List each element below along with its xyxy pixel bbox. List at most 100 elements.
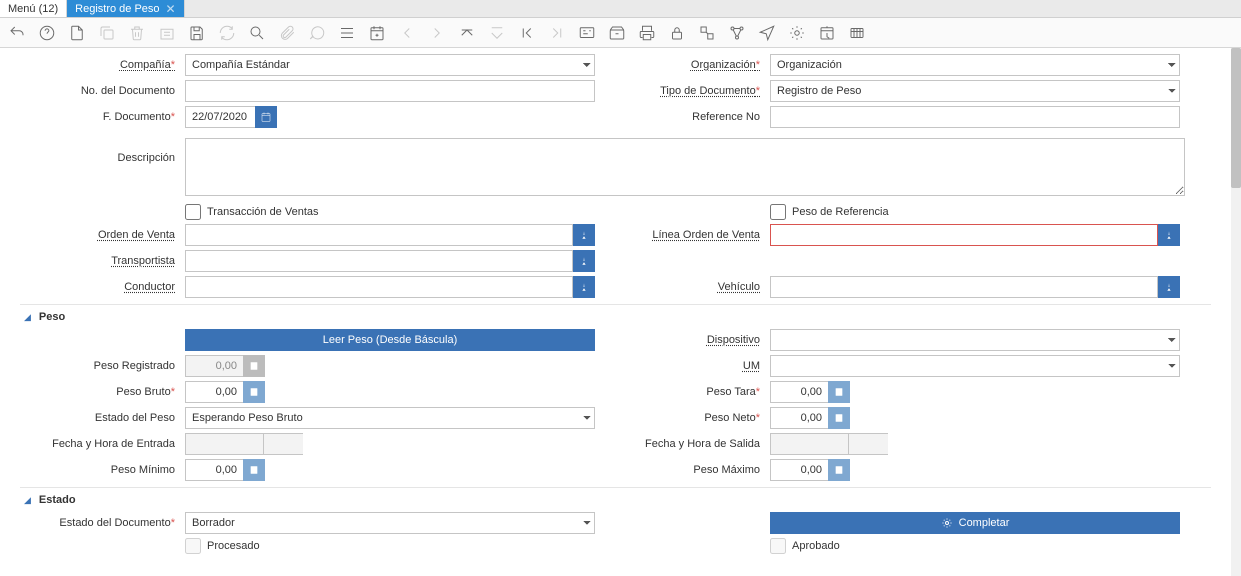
label-doctype: Tipo de Documento*	[610, 85, 770, 97]
form-content: Compañía* Compañía Estándar Organización…	[0, 48, 1231, 576]
input-reg-weight	[185, 355, 243, 377]
lookup-icon[interactable]	[1158, 224, 1180, 246]
chevron-down-icon: ◢	[24, 495, 31, 506]
read-weight-button[interactable]: Leer Peso (Desde Báscula)	[185, 329, 595, 351]
lock-icon[interactable]	[666, 22, 688, 44]
label-uom: UM	[610, 360, 770, 372]
input-docno[interactable]	[185, 80, 595, 102]
label-driver: Conductor	[20, 281, 185, 293]
input-min[interactable]	[185, 459, 243, 481]
input-shipper[interactable]	[185, 250, 573, 272]
input-in-time	[263, 433, 303, 455]
input-vehicle[interactable]	[770, 276, 1158, 298]
workflow-icon[interactable]	[726, 22, 748, 44]
input-doctype[interactable]: Registro de Peso	[770, 80, 1180, 102]
new-icon[interactable]	[66, 22, 88, 44]
detail-icon	[486, 22, 508, 44]
label-vehicle: Vehículo	[610, 281, 770, 293]
label-max: Peso Máximo	[610, 464, 770, 476]
copy-icon	[96, 22, 118, 44]
label-sales-trx: Transacción de Ventas	[207, 206, 319, 218]
label-company: Compañía*	[20, 59, 185, 71]
checkbox-approved	[770, 538, 786, 554]
section-peso[interactable]: ◢ Peso	[20, 304, 1211, 329]
checkbox-ref-weight[interactable]	[770, 204, 786, 220]
lookup-icon[interactable]	[573, 276, 595, 298]
close-icon[interactable]: ✕	[166, 2, 176, 16]
section-estado[interactable]: ◢ Estado	[20, 487, 1211, 512]
attach-icon	[276, 22, 298, 44]
scrollbar-thumb[interactable]	[1231, 48, 1241, 188]
label-processed: Procesado	[207, 540, 260, 552]
tab-registro-peso[interactable]: Registro de Peso ✕	[67, 0, 184, 17]
calc-icon[interactable]	[828, 407, 850, 429]
input-weight-status[interactable]: Esperando Peso Bruto	[185, 407, 595, 429]
first-icon[interactable]	[516, 22, 538, 44]
label-sales-order: Orden de Venta	[20, 229, 185, 241]
input-driver[interactable]	[185, 276, 573, 298]
checkbox-sales-trx[interactable]	[185, 204, 201, 220]
calendar-plus-icon[interactable]	[366, 22, 388, 44]
save-icon[interactable]	[186, 22, 208, 44]
input-tare[interactable]	[770, 381, 828, 403]
lookup-icon[interactable]	[573, 250, 595, 272]
input-company[interactable]: Compañía Estándar	[185, 54, 595, 76]
calc-icon[interactable]	[828, 459, 850, 481]
input-sales-order-line[interactable]	[770, 224, 1158, 246]
input-net[interactable]	[770, 407, 828, 429]
input-device[interactable]	[770, 329, 1180, 351]
label-weight-status: Estado del Peso	[20, 412, 185, 424]
tab-bar: Menú (12) Registro de Peso ✕	[0, 0, 1241, 18]
zoom-across-icon[interactable]	[696, 22, 718, 44]
print-icon[interactable]	[636, 22, 658, 44]
label-refno: Reference No	[610, 111, 770, 123]
parent-icon[interactable]	[456, 22, 478, 44]
calc-icon[interactable]	[243, 381, 265, 403]
label-tare: Peso Tara*	[610, 386, 770, 398]
lookup-icon[interactable]	[1158, 276, 1180, 298]
calc-icon[interactable]	[828, 381, 850, 403]
product-info-icon[interactable]	[786, 22, 808, 44]
input-docstatus[interactable]: Borrador	[185, 512, 595, 534]
input-max[interactable]	[770, 459, 828, 481]
label-docdate: F. Documento*	[20, 111, 185, 123]
tab-menu[interactable]: Menú (12)	[0, 0, 67, 17]
grid-toggle-icon[interactable]	[336, 22, 358, 44]
label-net: Peso Neto*	[610, 412, 770, 424]
request-icon[interactable]	[756, 22, 778, 44]
arrow-left-icon	[396, 22, 418, 44]
report-icon[interactable]	[576, 22, 598, 44]
label-sales-order-line: Línea Orden de Venta	[610, 229, 770, 241]
label-shipper: Transportista	[20, 255, 185, 267]
input-gross[interactable]	[185, 381, 243, 403]
schedule-icon[interactable]	[816, 22, 838, 44]
calc-icon[interactable]	[243, 459, 265, 481]
complete-button[interactable]: Completar	[770, 512, 1180, 534]
label-docno: No. del Documento	[20, 85, 185, 97]
input-refno[interactable]	[770, 106, 1180, 128]
input-out-date	[770, 433, 848, 455]
input-docdate[interactable]	[185, 106, 255, 128]
delete-icon	[126, 22, 148, 44]
calendar-icon[interactable]	[255, 106, 277, 128]
search-icon[interactable]	[246, 22, 268, 44]
archive-icon[interactable]	[606, 22, 628, 44]
label-approved: Aprobado	[792, 540, 840, 552]
checkbox-processed	[185, 538, 201, 554]
lookup-icon[interactable]	[573, 224, 595, 246]
export-icon[interactable]	[846, 22, 868, 44]
scrollbar[interactable]	[1231, 48, 1241, 576]
input-uom[interactable]	[770, 355, 1180, 377]
input-in-date	[185, 433, 263, 455]
label-out-dt: Fecha y Hora de Salida	[610, 438, 770, 450]
help-icon[interactable]	[36, 22, 58, 44]
input-org[interactable]: Organización	[770, 54, 1180, 76]
input-desc[interactable]	[185, 138, 1185, 196]
undo-icon[interactable]	[6, 22, 28, 44]
refresh-icon	[216, 22, 238, 44]
label-in-dt: Fecha y Hora de Entrada	[20, 438, 185, 450]
label-desc: Descripción	[20, 138, 185, 164]
input-sales-order[interactable]	[185, 224, 573, 246]
section-peso-title: Peso	[39, 311, 65, 323]
label-device: Dispositivo	[610, 334, 770, 346]
